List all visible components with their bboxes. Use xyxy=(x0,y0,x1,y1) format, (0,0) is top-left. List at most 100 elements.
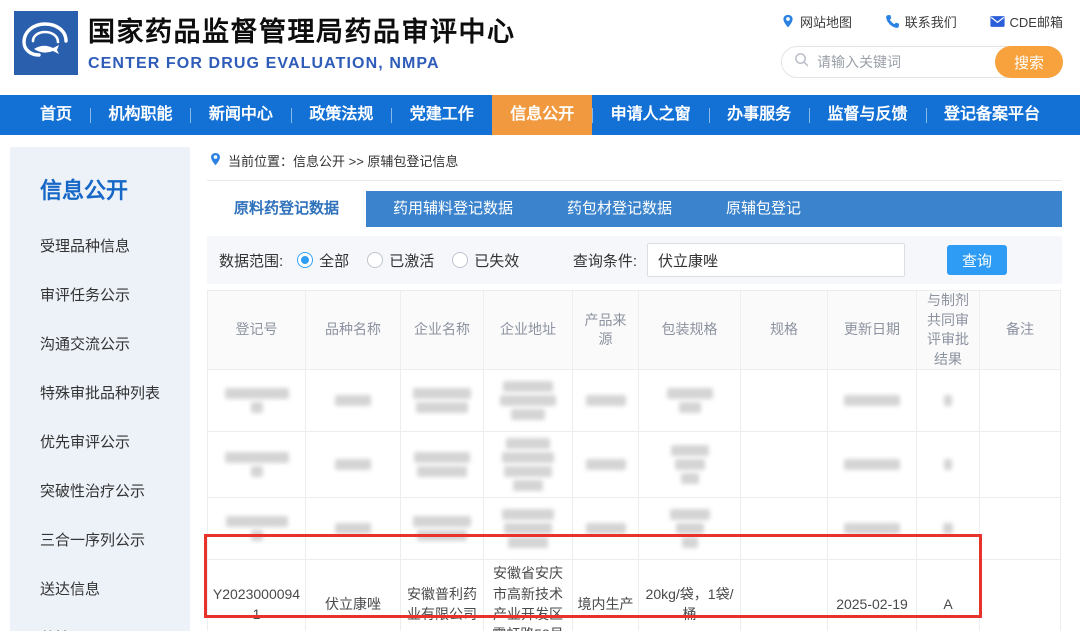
redacted-text xyxy=(502,452,554,463)
site-search-bar[interactable]: 请输入关键词 搜索 xyxy=(781,46,1063,78)
quick-link-3[interactable]: CDE邮箱 xyxy=(990,12,1063,31)
tab-3[interactable]: 药包材登记数据 xyxy=(540,191,699,227)
nav-item-3[interactable]: 新闻中心 xyxy=(191,95,291,135)
cell-r1-c9 xyxy=(917,370,980,432)
redacted-text xyxy=(586,523,626,534)
main-nav: 首页机构职能新闻中心政策法规党建工作信息公开申请人之窗办事服务监督与反馈登记备案… xyxy=(0,95,1080,135)
radio-option-3[interactable]: 已失效 xyxy=(452,250,519,271)
nav-item-9[interactable]: 监督与反馈 xyxy=(810,95,926,135)
sidebar-item-2[interactable]: 审评任务公示 xyxy=(40,284,180,305)
mail-icon xyxy=(990,14,1005,29)
sidebar-item-7[interactable]: 三合一序列公示 xyxy=(40,529,180,550)
query-input[interactable] xyxy=(647,243,905,277)
table-row-4[interactable]: Y20230000941伏立康唑安徽普利药业有限公司安徽省安庆市高新技术产业开发… xyxy=(208,560,1061,631)
redacted-text xyxy=(226,516,288,527)
cell-r3-c10 xyxy=(980,498,1061,560)
redacted-text xyxy=(667,388,713,399)
location-pin-icon xyxy=(781,14,795,29)
redacted-text xyxy=(335,459,371,470)
nav-item-7[interactable]: 申请人之窗 xyxy=(593,95,709,135)
redacted-text xyxy=(670,509,710,520)
redacted-text xyxy=(225,388,289,399)
redacted-text xyxy=(844,459,900,470)
cell-r4-c7 xyxy=(741,560,828,631)
search-button[interactable]: 搜索 xyxy=(995,46,1063,78)
nav-item-2[interactable]: 机构职能 xyxy=(90,95,190,135)
redacted-text xyxy=(413,516,471,527)
sidebar-item-1[interactable]: 受理品种信息 xyxy=(40,235,180,256)
cell-r4-c9: A xyxy=(917,560,980,631)
scope-radio-group: 全部已激活 已失效 xyxy=(297,250,537,271)
column-header-6: 包装规格 xyxy=(639,291,741,370)
query-button[interactable]: 查询 xyxy=(947,245,1007,275)
tab-2[interactable]: 药用辅料登记数据 xyxy=(366,191,540,227)
search-icon xyxy=(794,52,809,72)
redacted-text xyxy=(681,473,699,484)
cell-r1-c6 xyxy=(639,370,741,432)
column-header-2: 品种名称 xyxy=(306,291,401,370)
results-table: 登记号品种名称企业名称企业地址产品来源包装规格规格更新日期与制剂共同审评审批结果… xyxy=(207,290,1061,631)
column-header-3: 企业名称 xyxy=(401,291,484,370)
quick-link-label: 联系我们 xyxy=(905,12,957,31)
radio-label: 已失效 xyxy=(474,250,519,271)
sidebar-item-8[interactable]: 送达信息 xyxy=(40,578,180,599)
cell-r4-c1: Y20230000941 xyxy=(208,560,306,631)
sidebar-item-9[interactable]: 共性问题 xyxy=(40,627,180,631)
cell-r3-c9 xyxy=(917,498,980,560)
quick-link-label: 网站地图 xyxy=(800,12,852,31)
cell-r1-c3 xyxy=(401,370,484,432)
nav-item-4[interactable]: 政策法规 xyxy=(291,95,391,135)
tab-4[interactable]: 原辅包登记 xyxy=(699,191,828,227)
redacted-text xyxy=(586,459,626,470)
redacted-text xyxy=(506,438,550,449)
quick-link-1[interactable]: 网站地图 xyxy=(781,12,852,31)
cell-r3-c6 xyxy=(639,498,741,560)
redacted-text xyxy=(335,523,371,534)
quick-link-2[interactable]: 联系我们 xyxy=(885,12,957,31)
cell-r2-c2 xyxy=(306,432,401,498)
radio-icon xyxy=(297,252,313,268)
sidebar-item-6[interactable]: 突破性治疗公示 xyxy=(40,480,180,501)
tab-1[interactable]: 原料药登记数据 xyxy=(207,191,366,227)
redacted-text xyxy=(675,459,705,470)
radio-label: 全部 xyxy=(319,250,349,271)
column-header-4: 企业地址 xyxy=(484,291,573,370)
nav-item-8[interactable]: 办事服务 xyxy=(709,95,809,135)
sidebar-item-4[interactable]: 特殊审批品种列表 xyxy=(40,382,180,403)
radio-option-1[interactable]: 全部 xyxy=(297,250,349,271)
cell-r4-c8: 2025-02-19 xyxy=(828,560,917,631)
redacted-text xyxy=(682,537,698,548)
cde-logo xyxy=(14,11,78,75)
cell-r2-c7 xyxy=(741,432,828,498)
column-header-9: 与制剂共同审评审批结果 xyxy=(917,291,980,370)
sidebar-item-5[interactable]: 优先审评公示 xyxy=(40,431,180,452)
redacted-text xyxy=(500,395,556,406)
site-header: 国家药品监督管理局药品审评中心 CENTER FOR DRUG EVALUATI… xyxy=(0,0,1080,95)
cell-r2-c8 xyxy=(828,432,917,498)
redacted-text xyxy=(417,466,467,477)
cell-r1-c10 xyxy=(980,370,1061,432)
tab-bar: 原料药登记数据药用辅料登记数据药包材登记数据原辅包登记 xyxy=(207,191,1062,227)
nav-item-1[interactable]: 首页 xyxy=(22,95,90,135)
cell-r1-c8 xyxy=(828,370,917,432)
redacted-text xyxy=(335,395,371,406)
sidebar-item-3[interactable]: 沟通交流公示 xyxy=(40,333,180,354)
redacted-text xyxy=(671,445,709,456)
phone-icon xyxy=(885,14,900,29)
results-table-wrap: 登记号品种名称企业名称企业地址产品来源包装规格规格更新日期与制剂共同审评审批结果… xyxy=(207,290,1062,631)
radio-option-2[interactable]: 已激活 xyxy=(367,250,434,271)
radio-icon xyxy=(452,252,468,268)
table-row-2 xyxy=(208,432,1061,498)
search-input[interactable]: 请输入关键词 xyxy=(817,52,901,72)
nav-item-5[interactable]: 党建工作 xyxy=(392,95,492,135)
table-row-3 xyxy=(208,498,1061,560)
cell-r2-c1 xyxy=(208,432,306,498)
redacted-text xyxy=(504,523,552,534)
cell-r4-c10 xyxy=(980,560,1061,631)
quick-links: 网站地图 联系我们 CDE邮箱 xyxy=(781,12,1063,31)
radio-icon xyxy=(367,252,383,268)
site-subtitle: CENTER FOR DRUG EVALUATION, NMPA xyxy=(88,55,516,73)
nav-item-10[interactable]: 登记备案平台 xyxy=(926,95,1058,135)
nav-item-6[interactable]: 信息公开 xyxy=(492,95,592,135)
redacted-text xyxy=(944,459,952,470)
